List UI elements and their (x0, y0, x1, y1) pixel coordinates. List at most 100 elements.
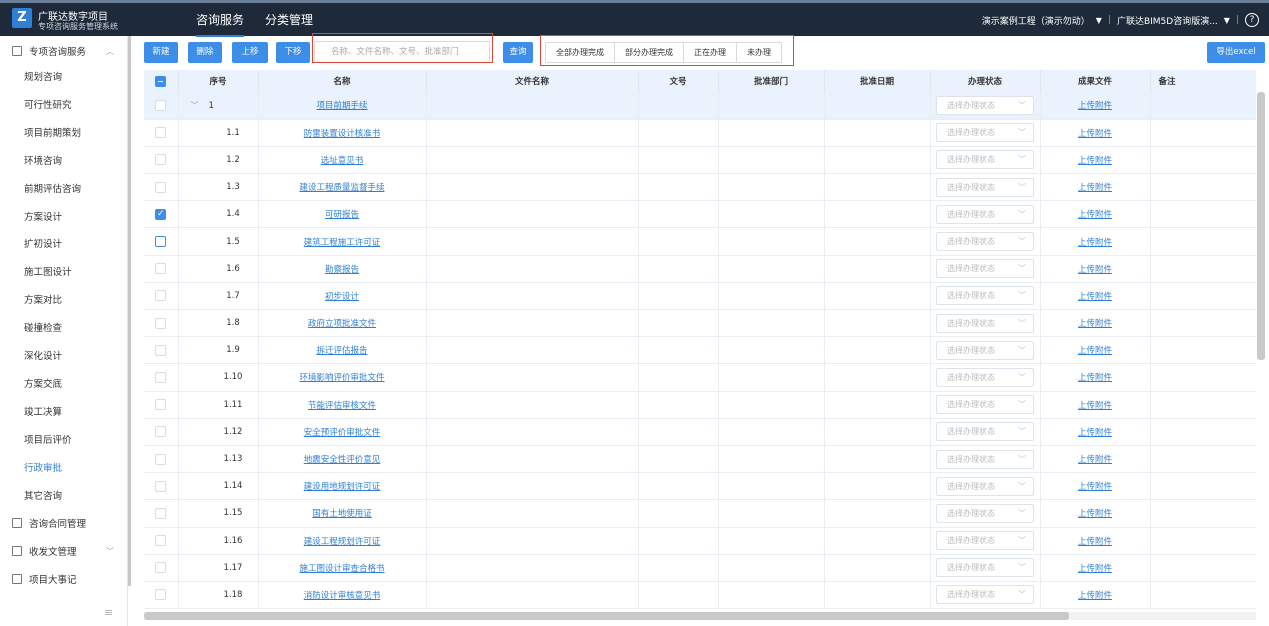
row-checkbox[interactable] (155, 317, 167, 329)
item-name-link[interactable]: 拆迁评估报告 (316, 346, 367, 356)
row-checkbox[interactable] (155, 507, 167, 519)
item-name-link[interactable]: 可研报告 (325, 210, 359, 220)
item-name-link[interactable]: 消防设计审核意见书 (304, 591, 381, 601)
status-select[interactable]: 选择办理状态 ﹀ (936, 395, 1034, 415)
tab-category-management[interactable]: 分类管理 (265, 11, 313, 28)
sidebar-item[interactable]: 前期评估咨询 (0, 176, 128, 204)
upload-attachment-link[interactable]: 上传附件 (1078, 401, 1112, 411)
item-name-link[interactable]: 施工图设计审查合格书 (299, 564, 384, 574)
status-select[interactable]: 选择办理状态 ﹀ (936, 531, 1034, 551)
status-select[interactable]: 选择办理状态 ﹀ (936, 476, 1034, 496)
status-select[interactable]: 选择办理状态 ﹀ (936, 259, 1034, 279)
row-checkbox-cell[interactable] (144, 418, 179, 446)
upload-attachment-link[interactable]: 上传附件 (1078, 156, 1112, 166)
upload-attachment-link[interactable]: 上传附件 (1078, 238, 1112, 248)
filter-in-progress[interactable]: 正在办理 (684, 43, 737, 62)
status-select[interactable]: 选择办理状态 ﹀ (936, 123, 1034, 143)
status-select[interactable]: 选择办理状态 ﹀ (936, 340, 1034, 360)
table-row[interactable]: 1.7 初步设计 选择办理状态 ﹀ 上传附件 (144, 282, 1256, 311)
filter-all-complete[interactable]: 全部办理完成 (546, 43, 615, 62)
item-name-link[interactable]: 安全预评价审批文件 (304, 428, 381, 438)
item-name-link[interactable]: 节能评估审核文件 (308, 401, 376, 411)
row-checkbox[interactable] (155, 154, 167, 166)
sidebar-item[interactable]: 规划咨询 (0, 64, 128, 92)
upload-attachment-link[interactable]: 上传附件 (1078, 564, 1112, 574)
item-name-link[interactable]: 国有土地使用证 (312, 509, 372, 519)
header-checkbox-cell[interactable] (144, 70, 179, 92)
sidebar-item[interactable]: 扩初设计 (0, 231, 128, 259)
upload-attachment-link[interactable]: 上传附件 (1078, 428, 1112, 438)
sidebar-item[interactable]: 方案对比 (0, 287, 128, 315)
sidebar-group-contract[interactable]: 咨询合同管理 (0, 510, 128, 536)
row-checkbox-cell[interactable] (144, 92, 179, 120)
table-row[interactable]: 1.18 消防设计审核意见书 选择办理状态 ﹀ 上传附件 (144, 581, 1256, 610)
sidebar-scrollbar[interactable] (128, 36, 131, 586)
status-select[interactable]: 选择办理状态 ﹀ (936, 585, 1034, 605)
project-selector[interactable]: 演示案例工程（演示勿动） (982, 14, 1090, 27)
item-name-link[interactable]: 选址意见书 (321, 156, 364, 166)
row-checkbox-cell[interactable] (144, 391, 179, 419)
item-name-link[interactable]: 环境影响评价审批文件 (299, 373, 384, 383)
row-checkbox-cell[interactable] (144, 146, 179, 175)
row-checkbox[interactable] (155, 589, 167, 601)
table-row[interactable]: 1.10 环境影响评价审批文件 选择办理状态 ﹀ 上传附件 (144, 363, 1256, 392)
item-name-link[interactable]: 建设工程规划许可证 (304, 537, 381, 547)
org-selector[interactable]: 广联达BIM5D咨询版演... (1117, 14, 1218, 27)
status-select[interactable]: 选择办理状态 ﹀ (936, 177, 1034, 197)
upload-attachment-link[interactable]: 上传附件 (1078, 455, 1112, 465)
status-select[interactable]: 选择办理状态 ﹀ (936, 286, 1034, 306)
sidebar-group-events[interactable]: 项目大事记 (0, 566, 128, 592)
table-row[interactable]: 1.17 施工图设计审查合格书 选择办理状态 ﹀ 上传附件 (144, 554, 1256, 582)
row-checkbox[interactable] (155, 399, 167, 411)
row-checkbox[interactable] (155, 181, 167, 193)
delete-button[interactable]: 删除 (188, 42, 222, 63)
table-row[interactable]: 1.16 建设工程规划许可证 选择办理状态 ﹀ 上传附件 (144, 527, 1256, 555)
row-checkbox-cell[interactable] (144, 472, 179, 501)
row-checkbox-cell[interactable] (144, 499, 179, 528)
row-checkbox-cell[interactable] (144, 309, 179, 338)
table-row[interactable]: 1.1 防雷装置设计核准书 选择办理状态 ﹀ 上传附件 (144, 119, 1256, 147)
row-checkbox[interactable] (155, 535, 167, 547)
row-checkbox-cell[interactable] (144, 119, 179, 147)
row-checkbox[interactable] (155, 99, 167, 111)
table-row[interactable]: ✓ 1.4 可研报告 选择办理状态 ﹀ 上传附件 (144, 200, 1256, 229)
status-select[interactable]: 选择办理状态 ﹀ (936, 503, 1034, 523)
upload-attachment-link[interactable]: 上传附件 (1078, 183, 1112, 193)
sidebar-item[interactable]: 其它咨询 (0, 483, 128, 511)
row-checkbox-cell[interactable] (144, 227, 179, 256)
chevron-down-icon[interactable]: ﹀ (191, 101, 199, 110)
item-name-link[interactable]: 初步设计 (325, 292, 359, 302)
item-name-link[interactable]: 建筑工程施工许可证 (304, 238, 381, 248)
row-checkbox-cell[interactable] (144, 363, 179, 392)
sidebar-item[interactable]: 深化设计 (0, 343, 128, 371)
row-checkbox-cell[interactable] (144, 554, 179, 582)
item-name-link[interactable]: 项目前期手续 (316, 101, 367, 111)
filter-not-started[interactable]: 未办理 (737, 43, 781, 62)
table-row[interactable]: 1.15 国有土地使用证 选择办理状态 ﹀ 上传附件 (144, 499, 1256, 528)
row-checkbox[interactable] (155, 480, 167, 492)
row-checkbox-cell[interactable] (144, 282, 179, 311)
status-select[interactable]: 选择办理状态 ﹀ (936, 204, 1034, 224)
move-up-button[interactable]: 上移 (232, 42, 268, 63)
row-checkbox-cell[interactable] (144, 173, 179, 202)
upload-attachment-link[interactable]: 上传附件 (1078, 319, 1112, 329)
item-name-link[interactable]: 政府立项批准文件 (308, 319, 376, 329)
status-select[interactable]: 选择办理状态 ﹀ (936, 95, 1034, 115)
table-row[interactable]: ﹀ 1 项目前期手续 选择办理状态 ﹀ 上传附件 (144, 92, 1256, 120)
upload-attachment-link[interactable]: 上传附件 (1078, 292, 1112, 302)
sidebar-group-documents[interactable]: 收发文管理 ﹀ (0, 538, 128, 564)
upload-attachment-link[interactable]: 上传附件 (1078, 537, 1112, 547)
sidebar-item[interactable]: 竣工决算 (0, 399, 128, 427)
table-horizontal-scrollbar[interactable] (144, 612, 1069, 620)
status-select[interactable]: 选择办理状态 ﹀ (936, 232, 1034, 252)
row-checkbox[interactable] (155, 290, 167, 302)
help-icon[interactable]: ? (1245, 13, 1259, 27)
row-checkbox[interactable] (155, 236, 167, 248)
row-checkbox-cell[interactable] (144, 581, 179, 610)
sidebar-item[interactable]: 可行性研究 (0, 92, 128, 120)
sidebar-item[interactable]: 方案交底 (0, 371, 128, 399)
row-checkbox-cell[interactable] (144, 445, 179, 474)
row-checkbox-cell[interactable] (144, 527, 179, 555)
upload-attachment-link[interactable]: 上传附件 (1078, 591, 1112, 601)
move-down-button[interactable]: 下移 (276, 42, 310, 63)
